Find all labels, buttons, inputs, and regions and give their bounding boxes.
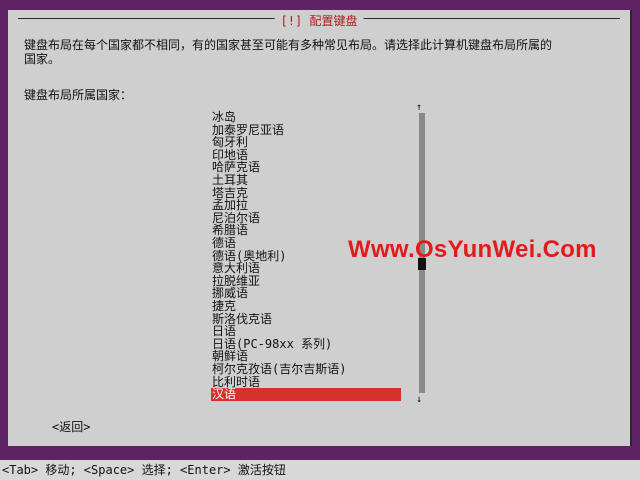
list-item[interactable]: 柯尔克孜语(吉尔吉斯语) <box>211 363 401 376</box>
list-item[interactable]: 匈牙利 <box>211 136 401 149</box>
key-hint-bar: <Tab> 移动; <Space> 选择; <Enter> 激活按钮 <box>0 460 640 480</box>
dialog-title: [!] 配置键盘 <box>274 12 364 29</box>
list-item[interactable]: 挪威语 <box>211 287 401 300</box>
list-item[interactable]: 斯洛伐克语 <box>211 312 401 326</box>
back-button[interactable]: <返回> <box>52 418 90 435</box>
country-prompt: 键盘布局所属国家： <box>24 88 133 102</box>
scroll-up-arrow-icon[interactable]: ↑ <box>416 103 422 113</box>
list-item[interactable]: 汉语 <box>211 388 401 401</box>
list-item[interactable]: 捷克 <box>211 300 401 313</box>
watermark: Www.OsYunWei.Com <box>348 236 597 263</box>
list-item[interactable]: 意大利语 <box>211 262 401 275</box>
list-item[interactable]: 孟加拉 <box>211 199 401 212</box>
keyboard-config-dialog: [!] 配置键盘 键盘布局在每个国家都不相同，有的国家甚至可能有多种常见布局。请… <box>8 10 632 446</box>
scroll-down-arrow-icon[interactable]: ↓ <box>416 395 422 405</box>
list-item[interactable]: 比利时语 <box>211 375 401 389</box>
list-item[interactable]: 土耳其 <box>211 174 401 187</box>
list-item[interactable]: 日语 <box>211 325 401 338</box>
dialog-description: 键盘布局在每个国家都不相同，有的国家甚至可能有多种常见布局。请选择此计算机键盘布… <box>24 38 553 66</box>
list-item[interactable]: 冰岛 <box>211 111 401 124</box>
